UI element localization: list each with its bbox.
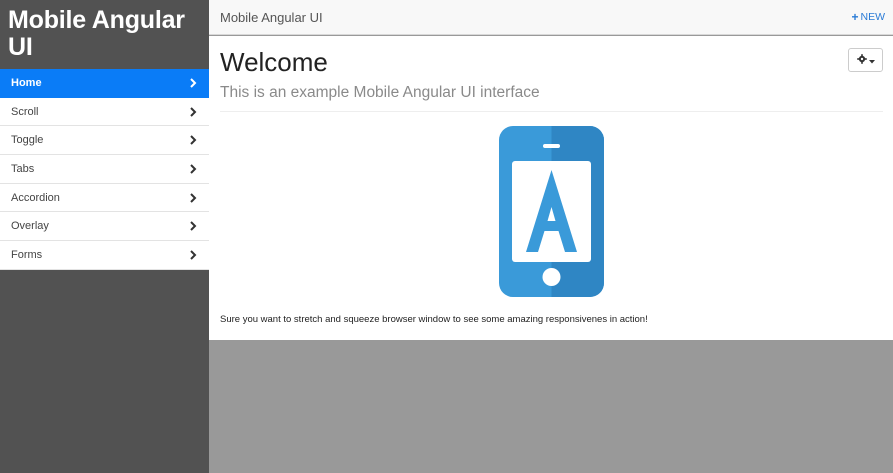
sidebar-item-accordion[interactable]: Accordion (0, 183, 209, 213)
sidebar-item-label: Tabs (11, 162, 35, 175)
responsive-note: Sure you want to stretch and squeeze bro… (220, 314, 648, 325)
mobile-phone-icon (499, 126, 604, 297)
sidebar-item-label: Overlay (11, 220, 49, 233)
chevron-right-icon (188, 106, 198, 118)
sidebar-item-label: Scroll (11, 105, 39, 118)
chevron-right-icon (188, 163, 198, 175)
sidebar-item-label: Forms (11, 248, 43, 261)
sidebar-item-label: Toggle (11, 134, 44, 147)
new-button[interactable]: + NEW (851, 11, 885, 23)
sidebar-item-label: Accordion (11, 191, 60, 204)
page-subtitle: This is an example Mobile Angular UI int… (220, 84, 540, 101)
gear-icon (856, 51, 867, 69)
top-navbar: Mobile Angular UI + NEW (209, 0, 893, 35)
sidebar-item-scroll[interactable]: Scroll (0, 97, 209, 127)
sidebar-item-home[interactable]: Home (0, 69, 209, 98)
chevron-right-icon (188, 192, 198, 204)
page-title: Welcome (220, 47, 328, 77)
settings-dropdown-button[interactable] (848, 48, 883, 72)
chevron-right-icon (188, 220, 198, 232)
brand-title[interactable]: Mobile Angular UI (0, 0, 209, 69)
plus-icon: + (851, 10, 859, 24)
chevron-right-icon (188, 134, 198, 146)
sidebar-item-label: Home (11, 76, 42, 89)
page-header: Welcome This is an example Mobile Angula… (220, 36, 883, 103)
sidebar: Mobile Angular UI Home Scroll Toggle Tab… (0, 0, 209, 473)
main-content: Welcome This is an example Mobile Angula… (209, 36, 893, 340)
navbar-title: Mobile Angular UI (220, 9, 323, 25)
caret-down-icon (868, 51, 875, 69)
chevron-right-icon (188, 249, 198, 261)
chevron-right-icon (188, 77, 198, 89)
new-button-label: NEW (860, 11, 886, 23)
sidebar-item-overlay[interactable]: Overlay (0, 212, 209, 242)
header-divider (220, 111, 883, 112)
sidebar-item-tabs[interactable]: Tabs (0, 155, 209, 184)
sidebar-item-toggle[interactable]: Toggle (0, 126, 209, 156)
sidebar-menu: Home Scroll Toggle Tabs Accordion Overla… (0, 69, 209, 270)
sidebar-item-forms[interactable]: Forms (0, 241, 209, 270)
